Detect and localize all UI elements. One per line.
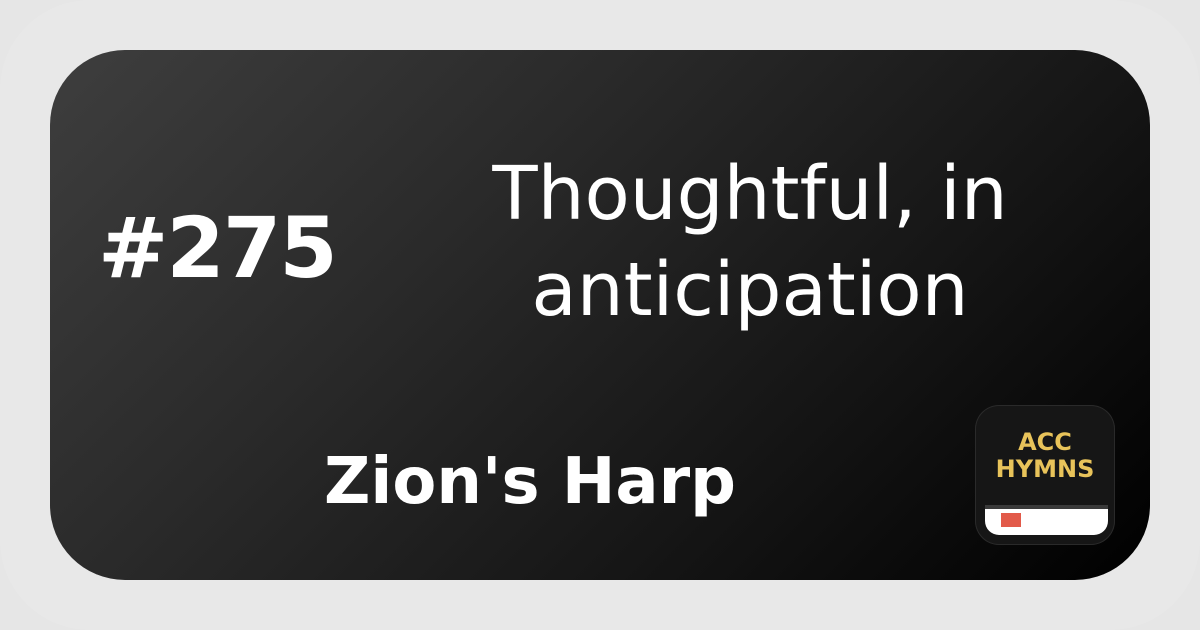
outer-frame: #275 Thoughtful, in anticipation Zion's …	[0, 0, 1200, 630]
logo-text-line-2: HYMNS	[995, 455, 1095, 483]
logo-text: ACC HYMNS	[975, 429, 1115, 483]
hymn-title-line-2: anticipation	[531, 247, 969, 333]
hymn-title-line-1: Thoughtful, in	[492, 151, 1008, 237]
hymn-card: #275 Thoughtful, in anticipation Zion's …	[50, 50, 1150, 580]
logo-text-line-1: ACC	[1018, 428, 1072, 456]
bookmark-ribbon-icon	[1001, 513, 1021, 533]
hymn-title: Thoughtful, in anticipation	[410, 146, 1090, 338]
acc-hymns-logo: ACC HYMNS	[975, 405, 1115, 545]
hymnal-name: Zion's Harp	[324, 445, 736, 519]
hymn-number: #275	[98, 199, 338, 297]
